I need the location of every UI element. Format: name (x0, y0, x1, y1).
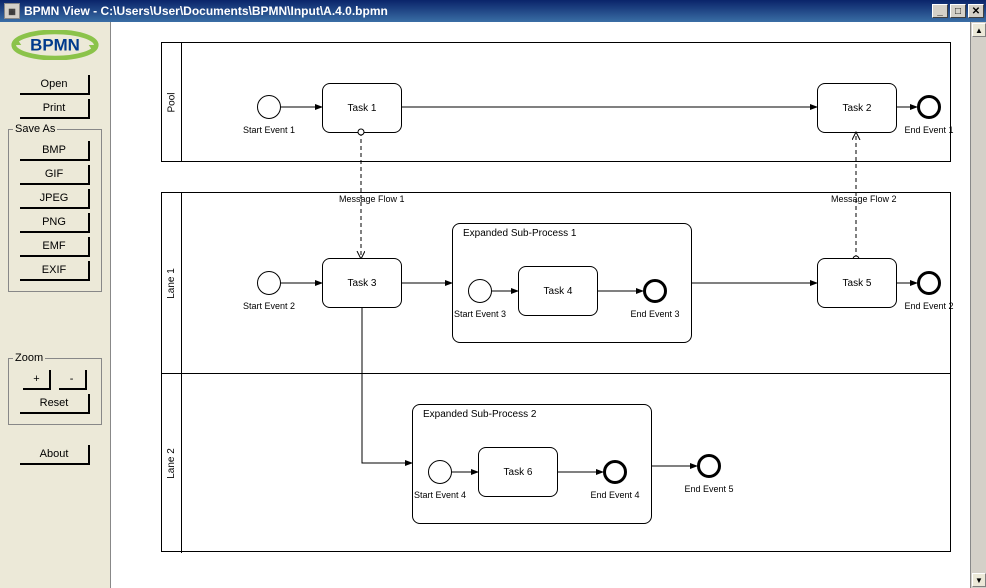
zoom-legend: Zoom (13, 352, 45, 364)
scroll-down-button[interactable]: ▼ (972, 573, 986, 587)
vertical-scrollbar[interactable]: ▲ ▼ (970, 22, 986, 588)
save-emf-button[interactable]: EMF (20, 237, 90, 257)
save-exif-button[interactable]: EXIF (20, 261, 90, 281)
start-event-1-label: Start Event 1 (234, 125, 304, 135)
minimize-button[interactable]: _ (932, 4, 948, 18)
start-event-4[interactable] (428, 460, 452, 484)
pool-1-label: Pool (162, 43, 182, 161)
save-png-button[interactable]: PNG (20, 213, 90, 233)
end-event-4-label: End Event 4 (580, 490, 650, 500)
zoom-group: Zoom + - Reset (8, 352, 102, 425)
task-1[interactable]: Task 1 (322, 83, 402, 133)
diagram-canvas[interactable]: Pool Start Event 1 Task 1 Task 2 End Eve… (111, 22, 970, 588)
pool-1: Pool Start Event 1 Task 1 Task 2 End Eve… (161, 42, 951, 162)
save-as-legend: Save As (13, 123, 57, 135)
end-event-3-label: End Event 3 (620, 309, 690, 319)
end-event-1-label: End Event 1 (894, 125, 964, 135)
end-event-1[interactable] (917, 95, 941, 119)
end-event-2-label: End Event 2 (894, 301, 964, 311)
titlebar: ▦ BPMN View - C:\Users\User\Documents\BP… (0, 0, 986, 22)
bpmn-logo: BPMN (8, 30, 102, 60)
open-button[interactable]: Open (20, 75, 90, 95)
sidebar: BPMN Open Print Save As BMP GIF JPEG PNG… (0, 22, 110, 588)
save-bmp-button[interactable]: BMP (20, 141, 90, 161)
lane-1-label: Lane 1 (162, 193, 182, 373)
svg-text:BPMN: BPMN (30, 36, 80, 55)
task-2[interactable]: Task 2 (817, 83, 897, 133)
zoom-reset-button[interactable]: Reset (20, 394, 90, 414)
client-area: BPMN Open Print Save As BMP GIF JPEG PNG… (0, 22, 986, 588)
end-event-5[interactable] (697, 454, 721, 478)
sub-process-2[interactable]: Expanded Sub-Process 2 Start Event 4 Tas… (412, 404, 652, 524)
sub-process-1[interactable]: Expanded Sub-Process 1 Start Event 3 Tas… (452, 223, 692, 343)
start-event-1[interactable] (257, 95, 281, 119)
scroll-up-button[interactable]: ▲ (972, 23, 986, 37)
lane-2-label: Lane 2 (162, 374, 182, 553)
end-event-4[interactable] (603, 460, 627, 484)
start-event-3-label: Start Event 3 (445, 309, 515, 319)
save-gif-button[interactable]: GIF (20, 165, 90, 185)
print-button[interactable]: Print (20, 99, 90, 119)
save-as-group: Save As BMP GIF JPEG PNG EMF EXIF (8, 123, 102, 292)
close-button[interactable]: ✕ (968, 4, 984, 18)
end-event-5-label: End Event 5 (674, 484, 744, 494)
task-3[interactable]: Task 3 (322, 258, 402, 308)
start-event-4-label: Start Event 4 (405, 490, 475, 500)
end-event-2[interactable] (917, 271, 941, 295)
lane-2: Lane 2 Expanded Sub-Process 2 Start Even… (162, 373, 950, 553)
start-event-2[interactable] (257, 271, 281, 295)
app-icon: ▦ (4, 3, 20, 19)
canvas-wrap: Pool Start Event 1 Task 1 Task 2 End Eve… (110, 22, 986, 588)
sub-process-1-label: Expanded Sub-Process 1 (463, 228, 576, 239)
start-event-2-label: Start Event 2 (234, 301, 304, 311)
maximize-button[interactable]: □ (950, 4, 966, 18)
zoom-out-button[interactable]: - (59, 370, 87, 390)
pool-2: Lane 1 Start Event 2 Task 3 Expanded Sub… (161, 192, 951, 552)
end-event-3[interactable] (643, 279, 667, 303)
zoom-in-button[interactable]: + (23, 370, 51, 390)
start-event-3[interactable] (468, 279, 492, 303)
task-5[interactable]: Task 5 (817, 258, 897, 308)
lane-1: Lane 1 Start Event 2 Task 3 Expanded Sub… (162, 193, 950, 373)
save-jpeg-button[interactable]: JPEG (20, 189, 90, 209)
window-title: BPMN View - C:\Users\User\Documents\BPMN… (24, 4, 930, 18)
sub-process-2-label: Expanded Sub-Process 2 (423, 409, 536, 420)
about-button[interactable]: About (20, 445, 90, 465)
task-4[interactable]: Task 4 (518, 266, 598, 316)
task-6[interactable]: Task 6 (478, 447, 558, 497)
